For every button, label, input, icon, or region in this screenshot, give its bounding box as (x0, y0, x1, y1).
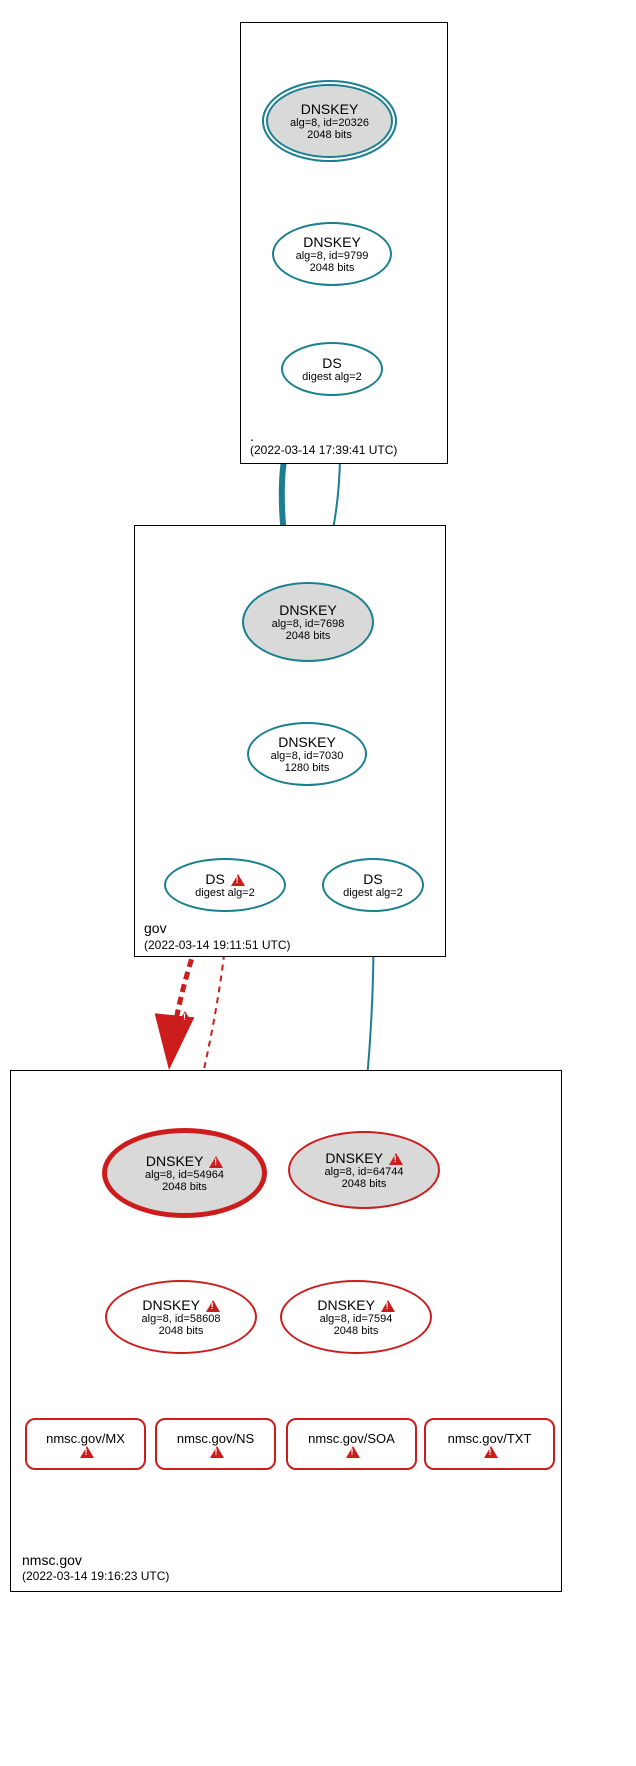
edge-warning-icon (176, 1008, 192, 1026)
rrset-label: nmsc.gov/TXT (448, 1431, 532, 1446)
node-line2: 2048 bits (162, 1181, 207, 1193)
node-gov-ds-warn: DS digest alg=2 (164, 858, 286, 912)
node-line1: alg=8, id=7594 (320, 1313, 393, 1325)
warning-icon (210, 1446, 224, 1458)
node-line1: alg=8, id=20326 (290, 117, 369, 129)
node-line2: 2048 bits (310, 262, 355, 274)
warning-icon (209, 1156, 223, 1168)
node-line1: alg=8, id=58608 (142, 1313, 221, 1325)
node-title: DNSKEY (317, 1297, 394, 1313)
rrset-txt: nmsc.gov/TXT (424, 1418, 555, 1470)
node-title: DNSKEY (325, 1150, 402, 1166)
node-line2: 2048 bits (334, 1325, 379, 1337)
node-nmsc-key-64744: DNSKEY alg=8, id=64744 2048 bits (288, 1131, 440, 1209)
node-title: DS (363, 871, 382, 887)
node-line1: digest alg=2 (195, 887, 255, 899)
node-root-ksk: DNSKEY alg=8, id=20326 2048 bits (262, 80, 397, 162)
zone-nmsc-timestamp: (2022-03-14 19:16:23 UTC) (22, 1569, 169, 1583)
node-line1: digest alg=2 (343, 887, 403, 899)
node-line2: 2048 bits (342, 1178, 387, 1190)
node-line2: 2048 bits (286, 630, 331, 642)
node-line1: alg=8, id=54964 (145, 1169, 224, 1181)
node-gov-ds: DS digest alg=2 (322, 858, 424, 912)
node-line1: alg=8, id=64744 (325, 1166, 404, 1178)
rrset-soa: nmsc.gov/SOA (286, 1418, 417, 1470)
rrset-label: nmsc.gov/NS (177, 1431, 254, 1446)
node-gov-ksk: DNSKEY alg=8, id=7698 2048 bits (242, 582, 374, 662)
node-title: DNSKEY (146, 1153, 223, 1169)
node-title: DNSKEY (142, 1297, 219, 1313)
node-line1: alg=8, id=7698 (272, 618, 345, 630)
warning-icon (346, 1446, 360, 1458)
node-line1: alg=8, id=9799 (296, 250, 369, 262)
node-gov-zsk: DNSKEY alg=8, id=7030 1280 bits (247, 722, 367, 786)
warning-icon (381, 1300, 395, 1312)
node-line2: 1280 bits (285, 762, 330, 774)
warning-icon (484, 1446, 498, 1458)
node-nmsc-key-58608: DNSKEY alg=8, id=58608 2048 bits (105, 1280, 257, 1354)
node-line2: 2048 bits (307, 129, 352, 141)
warning-icon (206, 1300, 220, 1312)
node-nmsc-ksk-54964: DNSKEY alg=8, id=54964 2048 bits (102, 1128, 267, 1218)
node-title: DS (205, 871, 244, 887)
node-title: DNSKEY (278, 734, 336, 750)
warning-icon (231, 874, 245, 886)
zone-gov-timestamp: (2022-03-14 19:11:51 UTC) (144, 938, 291, 952)
warning-icon (80, 1446, 94, 1458)
zone-gov-name: gov (144, 920, 167, 936)
node-title: DNSKEY (303, 234, 361, 250)
zone-root-name: . (250, 428, 254, 444)
node-line1: digest alg=2 (302, 371, 362, 383)
rrset-label: nmsc.gov/MX (46, 1431, 125, 1446)
zone-root-timestamp: (2022-03-14 17:39:41 UTC) (250, 443, 397, 457)
node-nmsc-key-7594: DNSKEY alg=8, id=7594 2048 bits (280, 1280, 432, 1354)
node-title: DNSKEY (279, 602, 337, 618)
warning-icon (389, 1153, 403, 1165)
rrset-ns: nmsc.gov/NS (155, 1418, 276, 1470)
node-root-zsk: DNSKEY alg=8, id=9799 2048 bits (272, 222, 392, 286)
zone-nmsc-name: nmsc.gov (22, 1552, 82, 1568)
node-title: DS (322, 355, 341, 371)
node-line2: 2048 bits (159, 1325, 204, 1337)
node-title: DNSKEY (301, 101, 359, 117)
node-root-ds: DS digest alg=2 (281, 342, 383, 396)
rrset-mx: nmsc.gov/MX (25, 1418, 146, 1470)
node-line1: alg=8, id=7030 (271, 750, 344, 762)
rrset-label: nmsc.gov/SOA (308, 1431, 395, 1446)
